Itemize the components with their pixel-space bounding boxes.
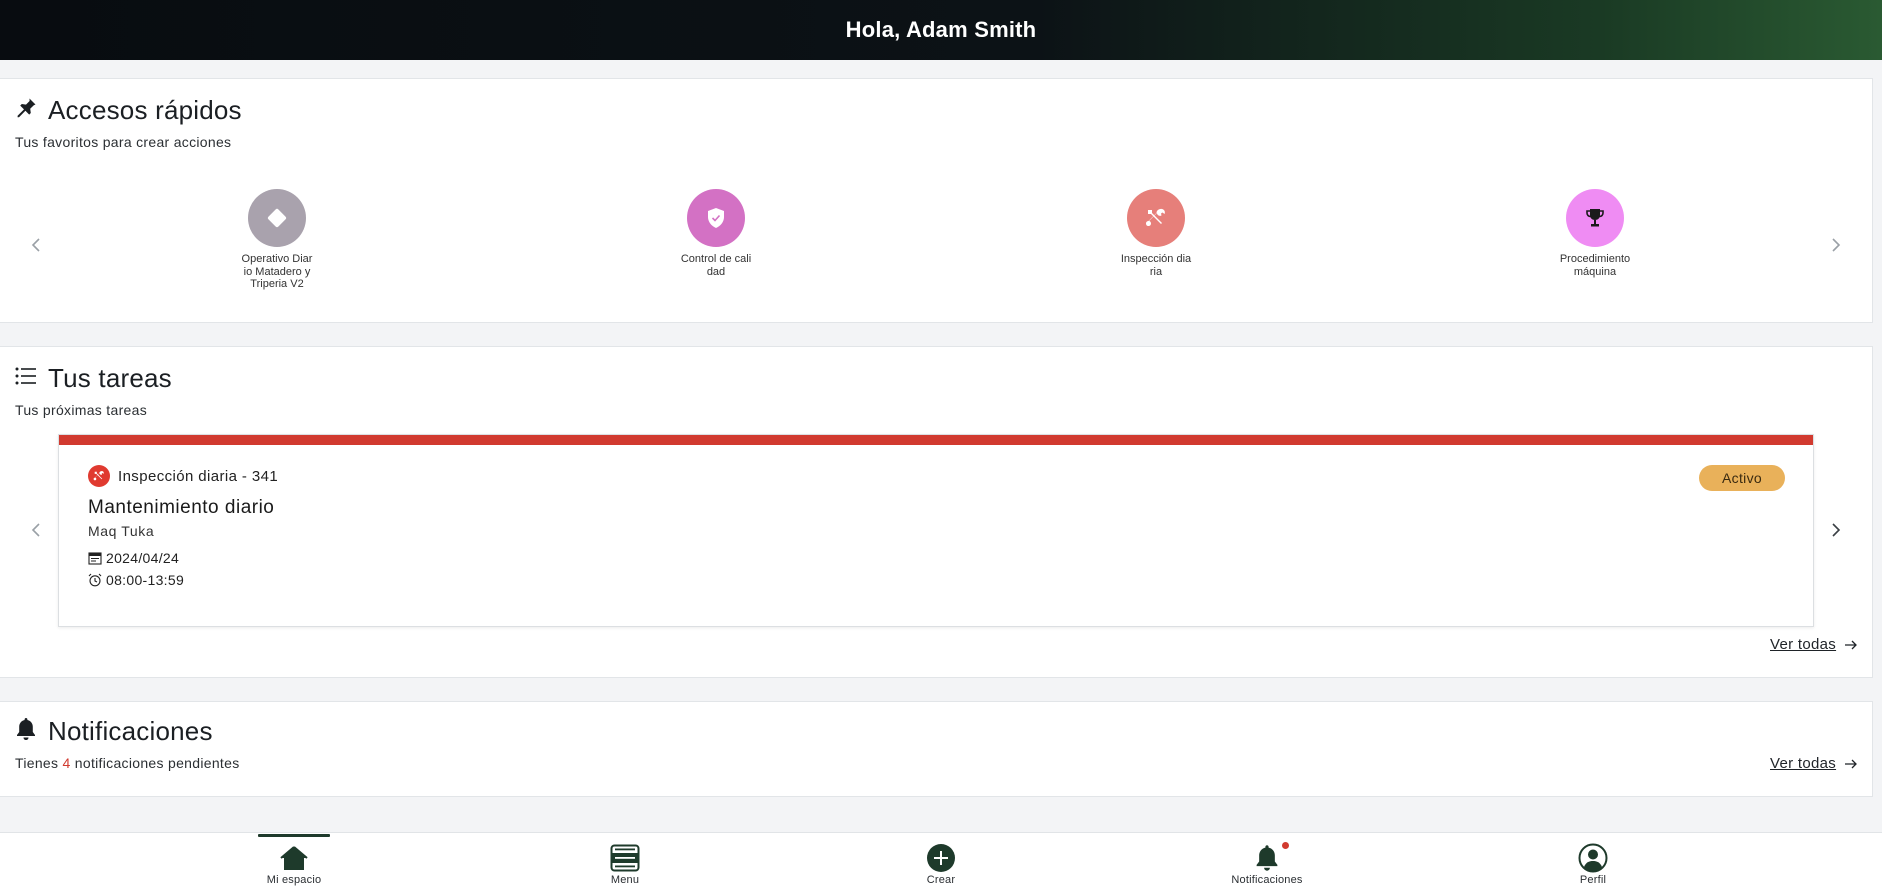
header-greeting: Hola, Adam Smith [845, 17, 1037, 42]
arrow-right-icon [1845, 640, 1857, 649]
notifications-see-all-link[interactable]: Ver todas [1770, 755, 1858, 772]
task-type: Inspección diaria - 341 [88, 465, 278, 487]
quick-access-header: Accesos rápidos [14, 95, 242, 126]
nav-label: Perfil [1579, 874, 1607, 886]
tasks-next-button[interactable] [1824, 518, 1848, 542]
nav-item-perfil[interactable]: Perfil [1528, 833, 1658, 892]
nav-item-crear[interactable]: Crear [876, 833, 1006, 892]
nav-label: Mi espacio [266, 874, 322, 886]
bell-icon [14, 716, 38, 747]
tasks-see-all-label: Ver todas [1770, 636, 1837, 653]
shield-check-icon [708, 208, 724, 228]
shortcut-circle [1566, 189, 1624, 247]
status-badge: Activo [1699, 465, 1785, 491]
task-type-label: Inspección diaria - 341 [118, 467, 279, 485]
chevron-left-icon [31, 523, 40, 537]
nav-label: Crear [926, 874, 956, 886]
shortcut-procedimiento-maquina[interactable]: Procedimiento máquina [1535, 189, 1655, 278]
chevron-right-icon [1832, 523, 1841, 537]
shortcut-label: Control de calidad [680, 253, 752, 278]
shortcut-circle [687, 189, 745, 247]
wrench-screwdriver-icon [1146, 208, 1165, 226]
tasks-title: Tus tareas [48, 363, 172, 393]
task-accent-bar [59, 435, 1813, 445]
nav-label: Menu [610, 874, 640, 886]
tasks-prev-button[interactable] [24, 518, 48, 542]
notification-dot [1282, 842, 1289, 849]
chevron-left-icon [31, 238, 40, 252]
shortcut-inspeccion-diaria[interactable]: Inspección diaria [1096, 189, 1216, 278]
bell-icon [1253, 842, 1289, 873]
diamond-icon [267, 208, 287, 228]
shortcut-circle [248, 189, 306, 247]
task-date: 2024/04/24 [88, 550, 179, 566]
notifications-see-all-label: Ver todas [1770, 755, 1837, 772]
chevron-right-icon [1832, 238, 1841, 252]
shortcut-control-calidad[interactable]: Control de calidad [656, 189, 776, 278]
menu-list-icon [610, 843, 640, 873]
quick-access-next-button[interactable] [1824, 233, 1848, 257]
task-card[interactable]: Inspección diaria - 341 Mantenimiento di… [58, 434, 1814, 627]
trophy-icon [1586, 209, 1604, 227]
shortcut-operativo-diario[interactable]: Operativo Diario Matadero y Triperia V2 [217, 189, 337, 291]
notifications-summary: Tienes 4 notificaciones pendientes [15, 755, 240, 771]
wrench-screwdriver-icon [88, 465, 110, 487]
calendar-icon [88, 552, 102, 565]
nav-item-menu[interactable]: Menu [560, 833, 690, 892]
arrow-right-icon [1845, 759, 1857, 768]
shortcut-label: Procedimiento máquina [1559, 253, 1631, 278]
shortcut-label: Inspección diaria [1120, 253, 1192, 278]
user-circle-icon [1578, 843, 1608, 873]
bottom-nav: Mi espacio Menu Crear Notificaciones Per… [0, 832, 1882, 892]
app-header: Hola, Adam Smith [0, 0, 1882, 60]
tasks-subtitle: Tus próximas tareas [15, 402, 148, 418]
nav-label: Notificaciones [1231, 874, 1303, 886]
pin-icon [14, 96, 38, 125]
home-icon [279, 843, 309, 873]
tasks-prev-button[interactable] [24, 431, 48, 455]
task-title: Mantenimiento diario [88, 497, 275, 518]
alarm-clock-icon [88, 573, 102, 587]
shortcut-circle [1127, 189, 1185, 247]
quick-access-subtitle: Tus favoritos para crear acciones [15, 134, 232, 150]
notifications-count: 4 [62, 755, 71, 771]
nav-item-mi-espacio[interactable]: Mi espacio [229, 833, 359, 892]
task-date-value: 2024/04/24 [106, 550, 180, 566]
quick-access-card: Accesos rápidos Tus favoritos para crear… [0, 78, 1873, 323]
plus-circle-icon [926, 843, 956, 873]
tasks-header: Tus tareas [14, 363, 172, 394]
task-subtitle: Maq Tuka [88, 523, 155, 539]
nav-item-notificaciones[interactable]: Notificaciones [1202, 833, 1332, 892]
nav-active-indicator [258, 834, 330, 837]
list-icon [14, 365, 38, 392]
task-time-value: 08:00-13:59 [106, 572, 185, 588]
shortcut-label: Operativo Diario Matadero y Triperia V2 [241, 253, 313, 290]
quick-access-prev-button[interactable] [24, 233, 48, 257]
task-time: 08:00-13:59 [88, 572, 184, 588]
notifications-title: Notificaciones [48, 716, 213, 746]
notifications-header: Notificaciones [14, 716, 213, 747]
quick-access-title: Accesos rápidos [48, 95, 242, 125]
tasks-see-all-link[interactable]: Ver todas [1770, 636, 1858, 653]
notifications-card: Notificaciones Tienes 4 notificaciones p… [0, 701, 1873, 797]
